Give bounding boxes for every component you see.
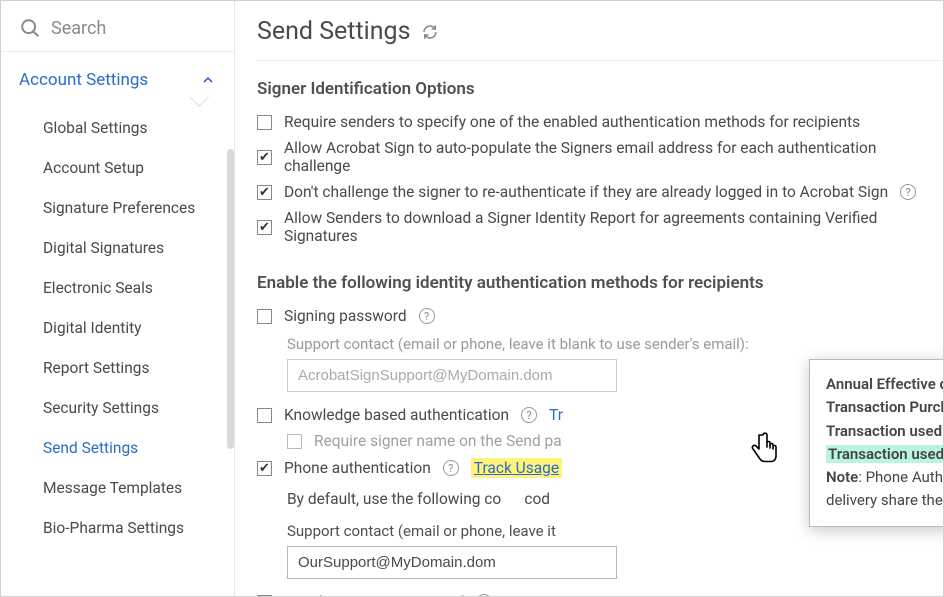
help-icon[interactable]: ? [900,184,916,200]
opt-label: Allow Senders to download a Signer Ident… [284,209,943,245]
search-placeholder: Search [51,18,106,39]
opt-label: Require senders to specify one of the en… [284,113,860,131]
checkbox-phone-auth[interactable] [257,461,272,476]
section-signer-identification: Signer Identification Options Require se… [257,61,943,255]
tooltip-row-purchased: Transaction Purchased: 15000 [826,396,943,419]
sidebar: Search Account Settings Global Settings … [1,1,235,596]
main-content: Send Settings Signer Identification Opti… [235,1,943,596]
desc-text-tail: cod [524,490,550,508]
checkbox-signing-password[interactable] [257,309,272,324]
sidebar-item-electronic-seals[interactable]: Electronic Seals [1,268,234,308]
sidebar-item-send-settings[interactable]: Send Settings [1,428,234,468]
sidebar-item-digital-signatures[interactable]: Digital Signatures [1,228,234,268]
checkbox-allow-autopopulate[interactable] [257,150,272,165]
sidebar-item-account-setup[interactable]: Account Setup [1,148,234,188]
sidebar-item-bio-pharma-settings[interactable]: Bio-Pharma Settings [1,508,234,548]
opt-require-senders-specify: Require senders to specify one of the en… [257,109,943,135]
opt-allow-download-report: Allow Senders to download a Signer Ident… [257,205,943,249]
search-input[interactable]: Search [1,1,234,52]
scrollbar-thumb[interactable] [227,149,234,449]
checkbox-kba[interactable] [257,408,272,423]
opt-signing-password: Signing password ? [257,303,943,329]
opt-label: Signing password [284,307,407,325]
tooltip-row-sms: Transaction used via SMS delivery: 1 [826,420,943,443]
tooltip-row-note: Note: Phone Authentication and SMS deliv… [826,466,943,513]
track-usage-link-phone[interactable]: Track Usage [471,458,562,478]
page-title: Send Settings [257,17,943,60]
help-icon[interactable]: ? [521,407,537,423]
page-title-text: Send Settings [257,17,411,46]
sidebar-item-security-settings[interactable]: Security Settings [1,388,234,428]
opt-label: Don't challenge the signer to re-authent… [284,183,888,201]
tooltip-row-phone-auth: Transaction used via Phone Auth: 1 [826,443,943,466]
sidebar-item-report-settings[interactable]: Report Settings [1,348,234,388]
opt-allow-autopopulate: Allow Acrobat Sign to auto-populate the … [257,135,943,179]
section-title-signer-identification: Signer Identification Options [257,79,943,99]
checkbox-email-otp[interactable] [257,595,272,597]
sidebar-item-global-settings[interactable]: Global Settings [1,108,234,148]
help-icon[interactable]: ? [443,460,459,476]
dropdown-indicator [189,87,209,107]
support-contact-label: Support contact (email or phone, leave i… [287,335,943,353]
checkbox-require-senders-specify[interactable] [257,115,272,130]
sidebar-item-digital-identity[interactable]: Digital Identity [1,308,234,348]
sidebar-section-account-settings[interactable]: Account Settings [1,52,234,104]
help-icon[interactable]: ? [476,594,492,596]
search-icon [19,17,41,39]
help-icon[interactable]: ? [419,308,435,324]
checkbox-kba-require-name[interactable] [287,434,302,449]
opt-label: Allow Acrobat Sign to auto-populate the … [284,139,943,175]
sidebar-section-title: Account Settings [19,70,148,90]
support-contact-input-phone[interactable] [287,546,617,579]
refresh-icon[interactable] [421,23,439,41]
checkbox-dont-challenge[interactable] [257,185,272,200]
opt-dont-challenge: Don't challenge the signer to re-authent… [257,179,943,205]
sidebar-item-message-templates[interactable]: Message Templates [1,468,234,508]
support-contact-phone: Support contact (email or phone, leave i… [257,516,943,589]
opt-email-otp: Email One Time Password ? [257,589,943,596]
track-usage-tooltip: Annual Effective date: Jan 1 Transaction… [809,359,943,527]
opt-label: Knowledge based authentication [284,406,509,424]
opt-label: Phone authentication [284,459,431,477]
opt-label: Require signer name on the Send pa [314,432,562,450]
track-usage-link-kba[interactable]: Tr [549,406,563,424]
checkbox-allow-download-report[interactable] [257,220,272,235]
desc-text: By default, use the following co [287,490,501,508]
sidebar-nav: Global Settings Account Setup Signature … [1,104,234,552]
section-title-auth-methods: Enable the following identity authentica… [257,273,943,293]
tooltip-row-effective-date: Annual Effective date: Jan 1 [826,373,943,396]
support-contact-input-signing-password[interactable] [287,359,617,392]
sidebar-item-signature-preferences[interactable]: Signature Preferences [1,188,234,228]
chevron-up-icon [200,72,216,88]
opt-label: Email One Time Password [284,593,464,596]
